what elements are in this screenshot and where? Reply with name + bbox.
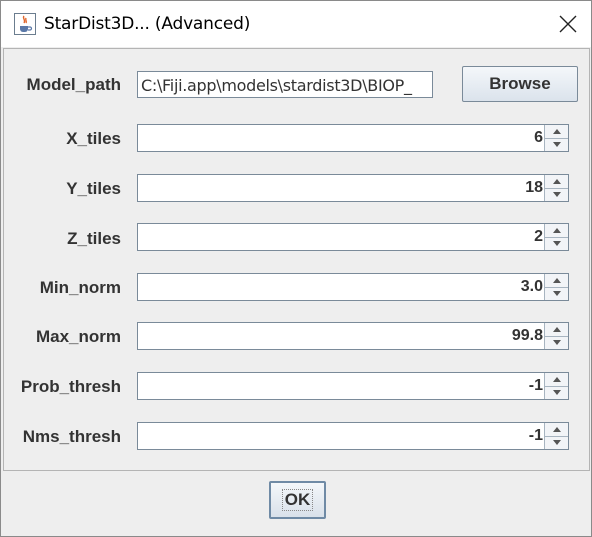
- y-tiles-label: Y_tiles: [66, 179, 121, 198]
- spinner-up-arrow-icon: [552, 228, 561, 233]
- model-path-input[interactable]: C:\Fiji.app\models\stardist3D\BIOP_: [137, 71, 433, 98]
- spinner-down-button[interactable]: [545, 386, 568, 399]
- spinner-buttons: [544, 373, 568, 399]
- max-norm-spinner[interactable]: 99.8: [137, 322, 569, 350]
- x-tiles-spinner[interactable]: 6: [137, 124, 569, 152]
- spinner-down-button[interactable]: [545, 188, 568, 201]
- spinner-down-button[interactable]: [545, 436, 568, 449]
- x-tiles-value[interactable]: 6: [534, 129, 543, 147]
- prob-thresh-value[interactable]: -1: [529, 377, 543, 395]
- spinner-down-arrow-icon: [552, 291, 561, 296]
- spinner-up-button[interactable]: [545, 274, 568, 288]
- browse-button[interactable]: Browse: [462, 66, 578, 102]
- min-norm-label: Min_norm: [39, 278, 121, 297]
- spinner-up-button[interactable]: [545, 423, 568, 437]
- y-tiles-spinner[interactable]: 18: [137, 174, 569, 202]
- ok-button[interactable]: OK: [269, 481, 326, 519]
- spinner-down-button[interactable]: [545, 237, 568, 250]
- close-button[interactable]: [546, 7, 590, 41]
- spinner-up-arrow-icon: [552, 179, 561, 184]
- spinner-up-button[interactable]: [545, 373, 568, 387]
- spinner-up-arrow-icon: [552, 278, 561, 283]
- spinner-buttons: [544, 274, 568, 300]
- spinner-down-arrow-icon: [552, 390, 561, 395]
- parameters-panel: [3, 48, 590, 471]
- spinner-down-arrow-icon: [552, 142, 561, 147]
- window-title: StarDist3D... (Advanced): [44, 14, 251, 34]
- nms-thresh-spinner[interactable]: -1: [137, 422, 569, 450]
- close-icon: [559, 15, 577, 33]
- spinner-up-arrow-icon: [552, 377, 561, 382]
- min-norm-value[interactable]: 3.0: [521, 278, 543, 296]
- max-norm-label: Max_norm: [35, 327, 121, 346]
- z-tiles-spinner[interactable]: 2: [137, 223, 569, 251]
- x-tiles-label: X_tiles: [66, 129, 121, 148]
- spinner-up-button[interactable]: [545, 224, 568, 238]
- java-cup-icon: [14, 13, 36, 35]
- spinner-up-button[interactable]: [545, 323, 568, 337]
- spinner-down-arrow-icon: [552, 192, 561, 197]
- z-tiles-value[interactable]: 2: [534, 228, 543, 246]
- spinner-buttons: [544, 125, 568, 151]
- spinner-up-arrow-icon: [552, 427, 561, 432]
- spinner-up-button[interactable]: [545, 175, 568, 189]
- y-tiles-value[interactable]: 18: [525, 179, 543, 197]
- spinner-down-arrow-icon: [552, 340, 561, 345]
- stardist-advanced-dialog: StarDist3D... (Advanced) Model_path C:\F…: [0, 0, 592, 537]
- nms-thresh-value[interactable]: -1: [529, 427, 543, 445]
- model-path-label: Model_path: [26, 75, 121, 94]
- z-tiles-label: Z_tiles: [67, 229, 121, 248]
- spinner-buttons: [544, 224, 568, 250]
- ok-button-label: OK: [281, 489, 314, 511]
- spinner-down-arrow-icon: [552, 440, 561, 445]
- spinner-down-button[interactable]: [545, 138, 568, 151]
- spinner-up-button[interactable]: [545, 125, 568, 139]
- spinner-up-arrow-icon: [552, 129, 561, 134]
- prob-thresh-label: Prob_thresh: [20, 377, 121, 396]
- spinner-down-button[interactable]: [545, 287, 568, 300]
- spinner-down-button[interactable]: [545, 336, 568, 349]
- min-norm-spinner[interactable]: 3.0: [137, 273, 569, 301]
- nms-thresh-label: Nms_thresh: [22, 427, 121, 446]
- spinner-up-arrow-icon: [552, 327, 561, 332]
- spinner-buttons: [544, 423, 568, 449]
- title-bar[interactable]: StarDist3D... (Advanced): [1, 1, 591, 47]
- spinner-down-arrow-icon: [552, 241, 561, 246]
- spinner-buttons: [544, 175, 568, 201]
- max-norm-value[interactable]: 99.8: [512, 327, 543, 345]
- spinner-buttons: [544, 323, 568, 349]
- prob-thresh-spinner[interactable]: -1: [137, 372, 569, 400]
